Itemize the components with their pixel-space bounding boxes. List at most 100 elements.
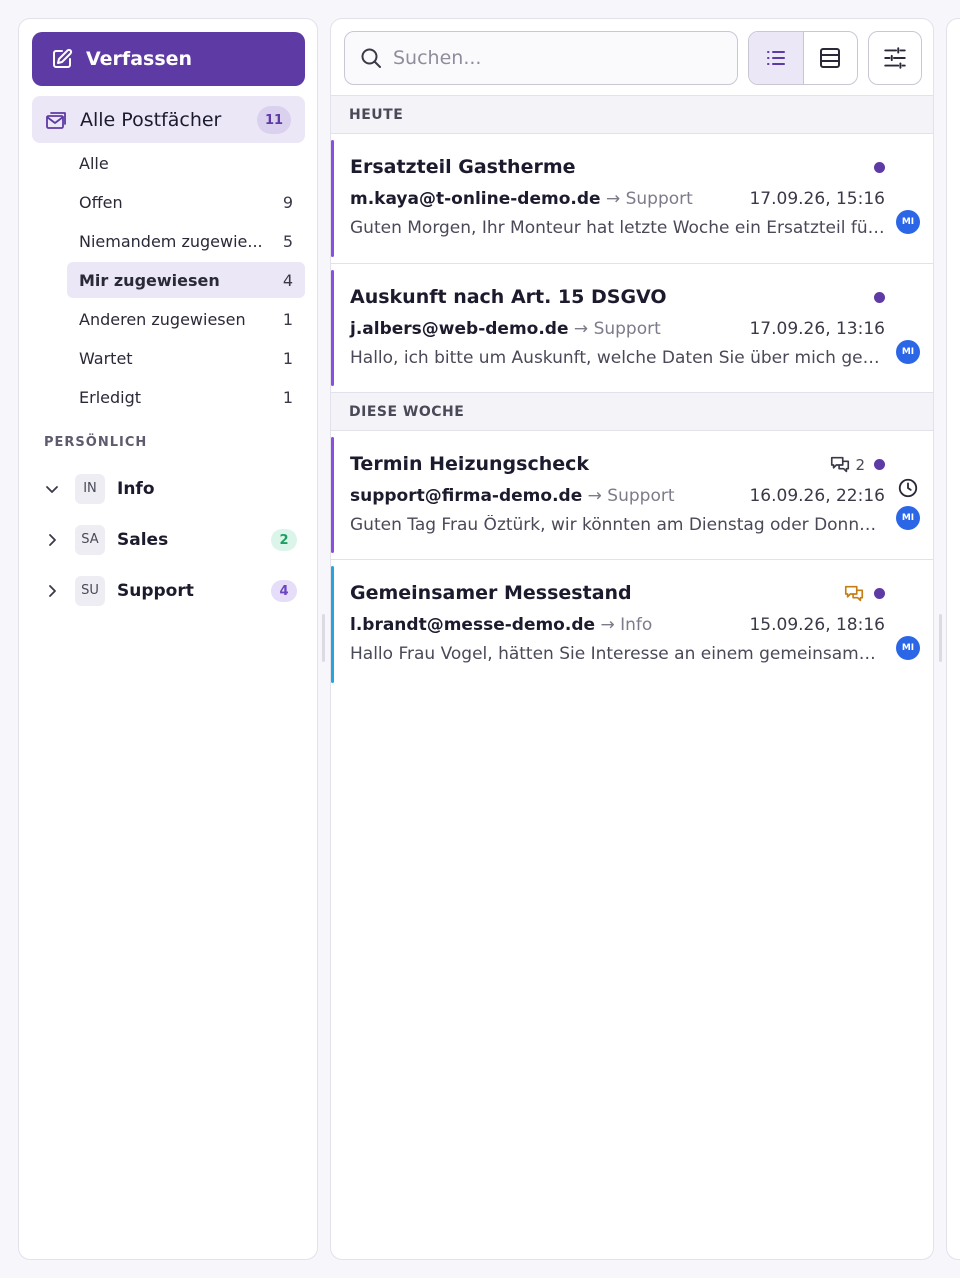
detail-panel-edge (946, 18, 960, 1260)
search-box[interactable] (344, 31, 738, 85)
filter-label: Alle (79, 153, 109, 173)
filter-count: 1 (282, 309, 293, 329)
inbox-item-support[interactable]: SU Support 4 (41, 565, 305, 616)
chevron-right-icon[interactable] (41, 583, 63, 599)
message-subject: Gemeinsamer Messestand (350, 582, 632, 604)
filter-count: 1 (282, 387, 293, 407)
chevron-down-icon[interactable] (41, 481, 63, 497)
group-header-this-week: DIESE WOCHE (331, 392, 933, 431)
message-sender: m.kaya@t-online-demo.de (350, 189, 601, 209)
inbox-item-sales[interactable]: SA Sales 2 (41, 514, 305, 565)
assignee-avatar: MI (896, 506, 920, 530)
all-mailboxes-count-badge: 11 (257, 106, 291, 134)
table-view-icon (818, 46, 842, 70)
message-sender: support@firma-demo.de (350, 486, 583, 506)
message-subject: Termin Heizungscheck (350, 453, 590, 475)
mailbox-color-bar (331, 437, 334, 553)
message-preview: Hallo, ich bitte um Auskunft, welche Dat… (350, 348, 885, 368)
message-mailbox: Support (607, 486, 675, 506)
group-header-today: HEUTE (331, 95, 933, 134)
all-mailboxes-item[interactable]: Alle Postfächer 11 (32, 96, 305, 143)
inbox-abbr: SA (75, 524, 105, 555)
inbox-name: Info (117, 478, 155, 499)
arrow-icon: → (600, 615, 615, 635)
mailboxes-icon (44, 108, 68, 132)
comment-indicator[interactable] (843, 583, 865, 605)
filter-item-alle[interactable]: Alle (67, 145, 305, 181)
message-mailbox: Info (620, 615, 653, 635)
comment-count-label: 2 (855, 456, 865, 474)
filter-item-assigned-to-me[interactable]: Mir zugewiesen 4 (67, 262, 305, 298)
message-row[interactable]: Termin Heizungscheck 2 support@firma-dem… (331, 431, 933, 560)
filter-count: 1 (282, 348, 293, 368)
inbox-abbr: SU (75, 575, 105, 606)
message-row[interactable]: Gemeinsamer Messestand l.brandt@messe-de… (331, 560, 933, 689)
assignee-avatar: MI (896, 340, 920, 364)
filter-list: Alle Offen 9 Niemandem zugewie... 5 Mir … (67, 145, 305, 418)
sidebar-resize-handle[interactable] (322, 614, 325, 662)
message-row[interactable]: Auskunft nach Art. 15 DSGVO j.albers@web… (331, 264, 933, 393)
message-sender: l.brandt@messe-demo.de (350, 615, 596, 635)
arrow-icon: → (587, 486, 602, 506)
filter-item-assigned-to-others[interactable]: Anderen zugewiesen 1 (67, 301, 305, 337)
assignee-avatar: MI (896, 210, 920, 234)
filter-label: Offen (79, 192, 123, 212)
message-from-line: support@firma-demo.de → Support (350, 486, 675, 506)
arrow-icon: → (573, 319, 589, 339)
message-list-panel: HEUTE Ersatzteil Gastherme m.kaya@t-onli… (330, 18, 934, 1260)
comments-icon (843, 583, 865, 605)
table-view-button[interactable] (802, 32, 858, 84)
message-preview: Guten Tag Frau Öztürk, wir könnten am Di… (350, 515, 885, 535)
filter-label: Niemandem zugewie... (79, 231, 263, 251)
search-input[interactable] (393, 47, 713, 69)
mailbox-color-bar (331, 566, 334, 683)
filter-count: 4 (282, 270, 293, 290)
filter-item-unassigned[interactable]: Niemandem zugewie... 5 (67, 223, 305, 259)
arrow-icon: → (605, 189, 621, 209)
mailbox-color-bar (331, 140, 334, 257)
message-from-line: j.albers@web-demo.de → Support (350, 319, 661, 339)
comment-count[interactable]: 2 (829, 454, 865, 476)
filter-count: 5 (282, 231, 293, 251)
filter-item-offen[interactable]: Offen 9 (67, 184, 305, 220)
message-date: 17.09.26, 15:16 (749, 189, 885, 209)
mailbox-color-bar (331, 270, 334, 386)
filter-settings-button[interactable] (868, 31, 922, 85)
message-row[interactable]: Ersatzteil Gastherme m.kaya@t-online-dem… (331, 134, 933, 264)
filter-label: Wartet (79, 348, 133, 368)
clock-icon (897, 477, 919, 499)
filter-item-waiting[interactable]: Wartet 1 (67, 340, 305, 376)
list-view-icon (764, 46, 788, 70)
unread-dot (874, 459, 885, 470)
message-sender: j.albers@web-demo.de (350, 319, 569, 339)
message-mailbox: Support (593, 319, 661, 339)
filter-label: Erledigt (79, 387, 142, 407)
chevron-right-icon[interactable] (41, 532, 63, 548)
personal-section-label: PERSÖNLICH (44, 435, 148, 450)
message-date: 17.09.26, 13:16 (749, 319, 885, 339)
comments-icon (829, 454, 851, 476)
search-icon (359, 46, 383, 70)
filter-label: Anderen zugewiesen (79, 309, 246, 329)
compose-icon (50, 47, 74, 71)
inbox-list: IN Info SA Sales 2 SU Support 4 (41, 463, 305, 616)
list-view-button[interactable] (749, 32, 803, 84)
sliders-icon (882, 45, 908, 71)
inbox-abbr: IN (75, 473, 105, 504)
all-mailboxes-label: Alle Postfächer (80, 108, 222, 131)
unread-dot (874, 162, 885, 173)
filter-count: 9 (282, 192, 293, 212)
message-subject: Auskunft nach Art. 15 DSGVO (350, 286, 667, 308)
inbox-item-info[interactable]: IN Info (41, 463, 305, 514)
inbox-name: Sales (117, 529, 169, 550)
list-resize-handle[interactable] (939, 614, 942, 662)
message-preview: Guten Morgen, Ihr Monteur hat letzte Woc… (350, 218, 885, 238)
message-from-line: m.kaya@t-online-demo.de → Support (350, 189, 693, 209)
message-mailbox: Support (625, 189, 693, 209)
filter-item-done[interactable]: Erledigt 1 (67, 379, 305, 415)
unread-dot (874, 292, 885, 303)
message-from-line: l.brandt@messe-demo.de → Info (350, 615, 652, 635)
message-date: 15.09.26, 18:16 (749, 615, 885, 635)
message-date: 16.09.26, 22:16 (749, 486, 885, 506)
compose-button[interactable]: Verfassen (32, 32, 305, 86)
